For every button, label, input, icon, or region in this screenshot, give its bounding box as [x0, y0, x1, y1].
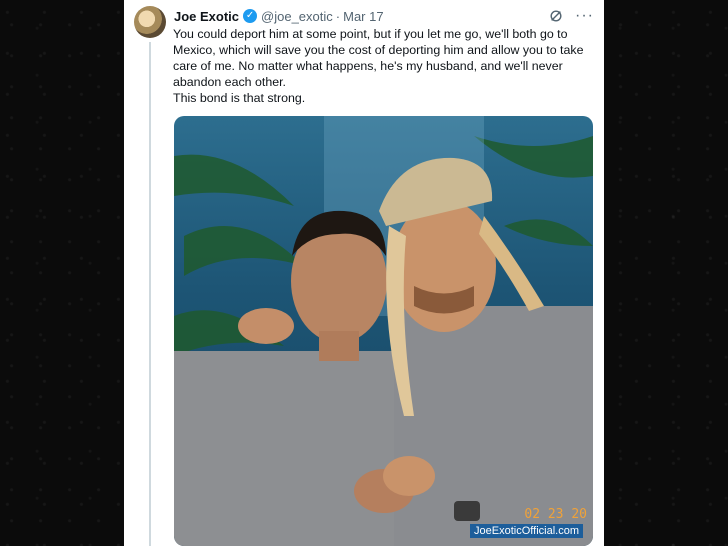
verified-icon: ✓: [243, 9, 258, 23]
photo-datestamp: 02 23 20: [524, 507, 587, 522]
tweet-paragraph: You could deport him at some point, but …: [173, 27, 584, 89]
tweet-paragraph: This bond is that strong.: [173, 91, 306, 105]
tweet-date[interactable]: Mar 17: [343, 9, 383, 24]
separator: ·: [335, 8, 341, 24]
thread-line: [149, 42, 151, 546]
avatar[interactable]: [134, 6, 166, 38]
author-name[interactable]: Joe Exotic: [174, 9, 239, 24]
header-actions: ···: [549, 8, 594, 24]
photo-watermark: JoeExoticOfficial.com: [470, 524, 583, 538]
tweet-text: You could deport him at some point, but …: [173, 26, 593, 106]
photo-illustration: [174, 116, 593, 546]
more-options-icon[interactable]: ···: [575, 8, 594, 24]
tweet-photo[interactable]: 02 23 20 JoeExoticOfficial.com: [174, 116, 593, 546]
tweet-header: Joe Exotic ✓ @joe_exotic · Mar 17 ···: [174, 7, 594, 25]
grok-icon[interactable]: [549, 9, 563, 23]
tweet-card[interactable]: Joe Exotic ✓ @joe_exotic · Mar 17 ··· Yo…: [124, 0, 604, 546]
author-handle[interactable]: @joe_exotic: [261, 9, 333, 24]
